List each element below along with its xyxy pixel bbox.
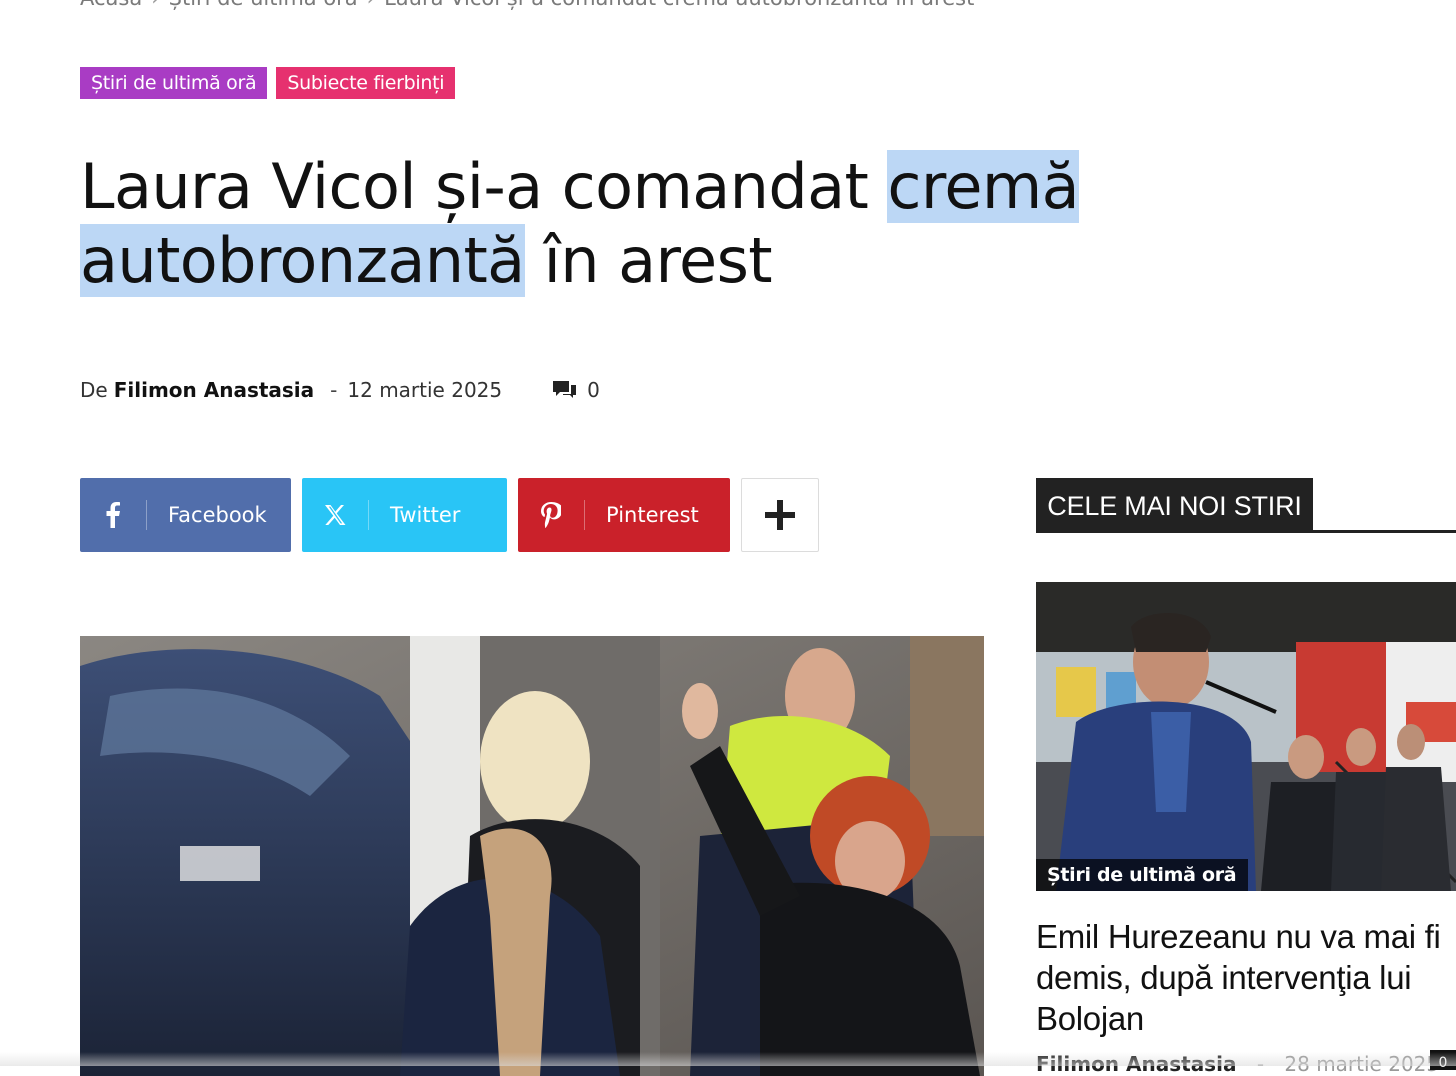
share-facebook-label: Facebook xyxy=(168,503,267,527)
share-bar: Facebook Twitter Pinterest xyxy=(80,478,819,552)
article-meta: De Filimon Anastasia - 12 martie 2025 0 xyxy=(80,378,600,402)
category-tag-hot-topics[interactable]: Subiecte fierbinți xyxy=(276,67,456,99)
sidebar-heading: CELE MAI NOI STIRI xyxy=(1036,478,1313,533)
share-more-button[interactable] xyxy=(741,478,819,552)
sidebar-post-author[interactable]: Filimon Anastasia xyxy=(1036,1052,1236,1076)
breadcrumb-separator: › xyxy=(151,0,159,10)
photo-arrest-scene-icon xyxy=(80,636,984,1076)
meta-dash: - xyxy=(330,378,338,402)
by-label: De xyxy=(80,378,108,402)
facebook-icon xyxy=(80,500,147,530)
plus-icon xyxy=(765,500,795,530)
title-text-before: Laura Vicol și-a comandat xyxy=(80,150,888,223)
breadcrumb-home-link[interactable]: Acasă xyxy=(80,0,142,10)
sidebar-post-category-badge[interactable]: Știri de ultimă oră xyxy=(1036,859,1249,891)
comments-icon xyxy=(553,381,577,398)
share-twitter-button[interactable]: Twitter xyxy=(302,478,507,552)
comments-count: 0 xyxy=(587,378,600,402)
pinterest-icon xyxy=(518,500,585,530)
publish-date: 12 martie 2025 xyxy=(347,378,503,402)
page-title: Laura Vicol și-a comandat cremă autobron… xyxy=(80,150,1450,298)
sidebar-latest-news-header: CELE MAI NOI STIRI xyxy=(1036,478,1456,534)
sidebar-post-dash: - xyxy=(1256,1052,1265,1076)
category-tags: Știri de ultimă oră Subiecte fierbinți xyxy=(80,67,456,99)
breadcrumb-current: Laura Vicol și-a comandat cremă autobron… xyxy=(384,0,974,10)
sidebar-post-title[interactable]: Emil Hurezeanu nu va mai fi demis, după … xyxy=(1036,916,1446,1039)
sidebar-post-meta: Filimon Anastasia - 28 martie 2025 xyxy=(1036,1052,1439,1076)
sidebar-post-image[interactable]: Știri de ultimă oră xyxy=(1036,582,1456,891)
comments-link[interactable]: 0 xyxy=(552,378,600,402)
share-twitter-label: Twitter xyxy=(390,503,461,527)
category-tag-breaking-news[interactable]: Știri de ultimă oră xyxy=(80,67,268,99)
x-icon xyxy=(302,500,369,530)
breadcrumb-separator: › xyxy=(367,0,375,10)
sidebar-post-date: 28 martie 2025 xyxy=(1284,1052,1440,1076)
article-hero-image xyxy=(80,636,984,1076)
photo-speaker-at-podium-icon xyxy=(1036,582,1456,891)
author-link[interactable]: Filimon Anastasia xyxy=(114,378,314,402)
breadcrumb-section-link[interactable]: Știri de ultimă oră xyxy=(169,0,358,10)
share-pinterest-button[interactable]: Pinterest xyxy=(518,478,730,552)
share-facebook-button[interactable]: Facebook xyxy=(80,478,291,552)
share-pinterest-label: Pinterest xyxy=(606,503,699,527)
title-text-after: în arest xyxy=(524,224,773,297)
sidebar-post-comment-count[interactable]: 0 xyxy=(1430,1050,1456,1071)
breadcrumb: Acasă › Știri de ultimă oră › Laura Vicol și… xyxy=(80,0,974,10)
